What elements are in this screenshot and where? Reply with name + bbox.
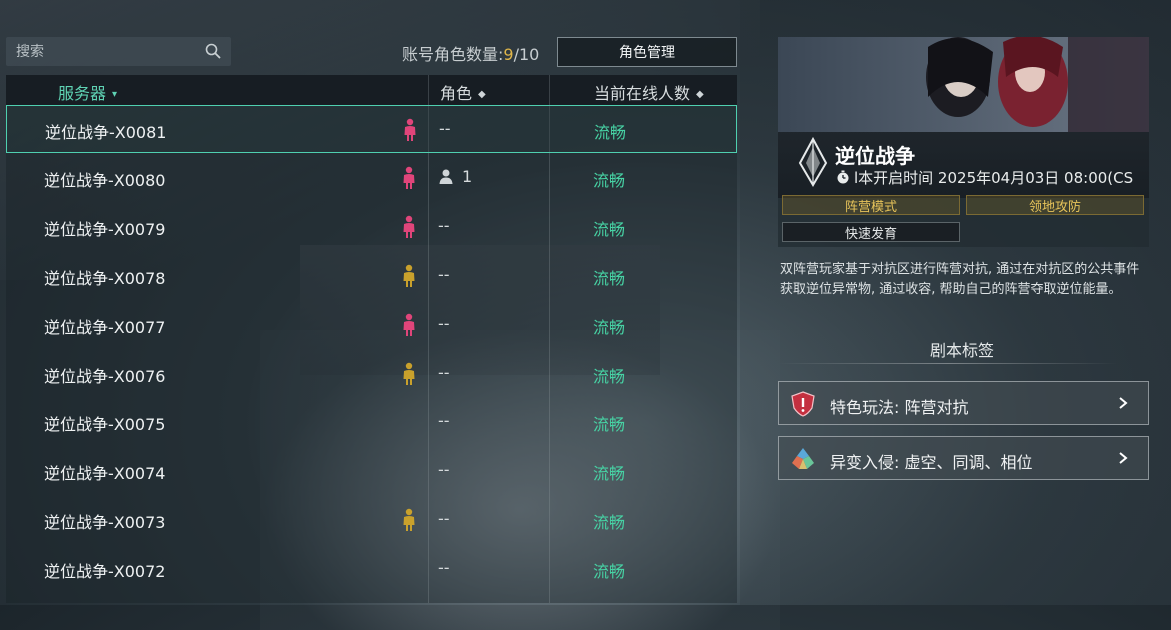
server-name: 逆位战争-X0079 (44, 219, 166, 239)
role-count: -- (438, 314, 450, 333)
detail-description: 双阵营玩家基于对抗区进行阵营对抗, 通过在对抗区的公共事件获取逆位异常物, 通过… (780, 262, 1140, 297)
character-figure-icon (403, 508, 415, 532)
server-name: 逆位战争-X0080 (44, 170, 166, 190)
server-status: 流畅 (593, 464, 626, 484)
role-count: -- (438, 363, 450, 382)
account-role-current: 9 (503, 45, 514, 64)
feature-label: 特色玩法: 阵营对抗 (830, 398, 969, 417)
role-count-value: 1 (462, 166, 473, 186)
role-count-value: -- (438, 362, 450, 382)
column-header-role[interactable]: 角色 ◆ (440, 80, 486, 104)
role-count-value: -- (438, 558, 450, 578)
tag-fast-growth: 快速发育 (782, 222, 960, 242)
column-header-server[interactable]: 服务器 ▾ (58, 80, 117, 104)
role-manage-button[interactable]: 角色管理 (557, 37, 737, 67)
table-row[interactable]: 逆位战争-X0079 -- 流畅 (6, 203, 737, 251)
account-role-count: 账号角色数量:9/10 (402, 41, 539, 65)
table-row[interactable]: 逆位战争-X0077 -- 流畅 (6, 301, 737, 349)
role-count-value: -- (438, 460, 450, 480)
tag-territory: 领地攻防 (966, 195, 1144, 215)
column-header-online[interactable]: 当前在线人数 ◆ (594, 80, 704, 104)
key-art-banner (778, 37, 1149, 132)
section-divider (778, 363, 1118, 364)
table-header: 服务器 ▾ 角色 ◆ 当前在线人数 ◆ (6, 75, 737, 105)
table-row[interactable]: 逆位战争-X0078 -- 流畅 (6, 252, 737, 300)
role-count-value: -- (438, 215, 450, 235)
server-status: 流畅 (593, 219, 626, 239)
server-detail-card: 逆位战争 l本开启时间 2025年04月03日 08:00(CS 阵营模式 领地… (778, 37, 1149, 247)
character-figure-icon (403, 215, 415, 238)
feature-camp-battle[interactable]: 特色玩法: 阵营对抗 (778, 381, 1149, 425)
server-table: 服务器 ▾ 角色 ◆ 当前在线人数 ◆ 逆位战争-X0081 -- 流畅 逆位战争-X008… (6, 75, 737, 603)
server-status: 流畅 (593, 562, 626, 582)
table-row[interactable]: 逆位战争-X0073 -- 流畅 (6, 496, 737, 544)
role-count: 1 (438, 167, 472, 186)
column-header-online-label: 当前在线人数 (594, 84, 691, 103)
role-count-value: -- (438, 313, 450, 333)
character-figure-icon (403, 313, 415, 336)
table-row[interactable]: 逆位战争-X0081 -- 流畅 (6, 105, 737, 153)
role-count: -- (438, 509, 450, 528)
feature-mutation-invasion[interactable]: 异变入侵: 虚空、同调、相位 (778, 436, 1149, 480)
role-count: -- (438, 411, 450, 430)
chevron-right-icon (1119, 397, 1128, 409)
search-icon[interactable] (205, 43, 221, 59)
table-row[interactable]: 逆位战争-X0076 -- 流畅 (6, 350, 737, 398)
user-icon (439, 169, 453, 184)
server-status: 流畅 (594, 123, 627, 142)
character-figure-icon (403, 264, 415, 287)
server-name: 逆位战争-X0072 (44, 562, 166, 582)
open-time-text: l本开启时间 2025年04月03日 08:00(CS (854, 169, 1134, 187)
shield-icon (791, 391, 815, 417)
server-name: 逆位战争-X0081 (45, 123, 167, 142)
character-figure-icon (403, 362, 415, 385)
table-row[interactable]: 逆位战争-X0072 -- 流畅 (6, 545, 737, 593)
detail-header (778, 132, 1149, 198)
server-status: 流畅 (593, 366, 626, 386)
server-name: 逆位战争-X0074 (44, 464, 166, 484)
table-row[interactable]: 逆位战争-X0080 1 流畅 (6, 154, 737, 202)
server-name: 逆位战争-X0075 (44, 415, 166, 435)
role-count: -- (438, 216, 450, 235)
character-figure-icon (403, 166, 415, 189)
sort-icon: ◆ (478, 89, 486, 100)
game-logo-icon (798, 137, 828, 187)
server-status: 流畅 (593, 513, 626, 533)
tetra-icon (792, 448, 814, 469)
script-tags-title: 剧本标签 (930, 341, 995, 360)
role-count-value: -- (439, 119, 451, 138)
table-row[interactable]: 逆位战争-X0075 -- 流畅 (6, 398, 737, 446)
role-count: -- (438, 558, 450, 577)
role-count-value: -- (438, 509, 450, 529)
server-name: 逆位战争-X0073 (44, 513, 166, 533)
server-name: 逆位战争-X0078 (44, 268, 166, 288)
server-name: 逆位战争-X0076 (44, 366, 166, 386)
server-status: 流畅 (593, 268, 626, 288)
column-header-role-label: 角色 (440, 84, 473, 103)
role-count-value: -- (438, 264, 450, 284)
sort-icon: ◆ (696, 89, 704, 100)
account-role-max: 10 (518, 45, 540, 64)
role-count: -- (439, 119, 451, 138)
server-status: 流畅 (593, 317, 626, 337)
character-figure-icon (404, 118, 416, 141)
role-count: -- (438, 265, 450, 284)
search-box[interactable] (6, 37, 231, 66)
table-row[interactable]: 逆位战争-X0074 -- 流畅 (6, 447, 737, 495)
search-input[interactable] (6, 37, 206, 66)
account-role-label: 账号角色数量: (402, 45, 504, 64)
chevron-right-icon (1119, 452, 1128, 464)
server-status: 流畅 (593, 170, 626, 190)
server-status: 流畅 (593, 415, 626, 435)
open-time: l本开启时间 2025年04月03日 08:00(CS (836, 167, 1149, 188)
role-count: -- (438, 460, 450, 479)
clock-icon (837, 170, 849, 184)
tag-camp-mode: 阵营模式 (782, 195, 960, 215)
sort-down-icon: ▾ (112, 89, 118, 100)
feature-label: 异变入侵: 虚空、同调、相位 (830, 453, 1033, 472)
detail-title: 逆位战争 (835, 144, 915, 168)
column-header-server-label: 服务器 (58, 84, 107, 103)
server-name: 逆位战争-X0077 (44, 317, 166, 337)
role-count-value: -- (438, 411, 450, 431)
